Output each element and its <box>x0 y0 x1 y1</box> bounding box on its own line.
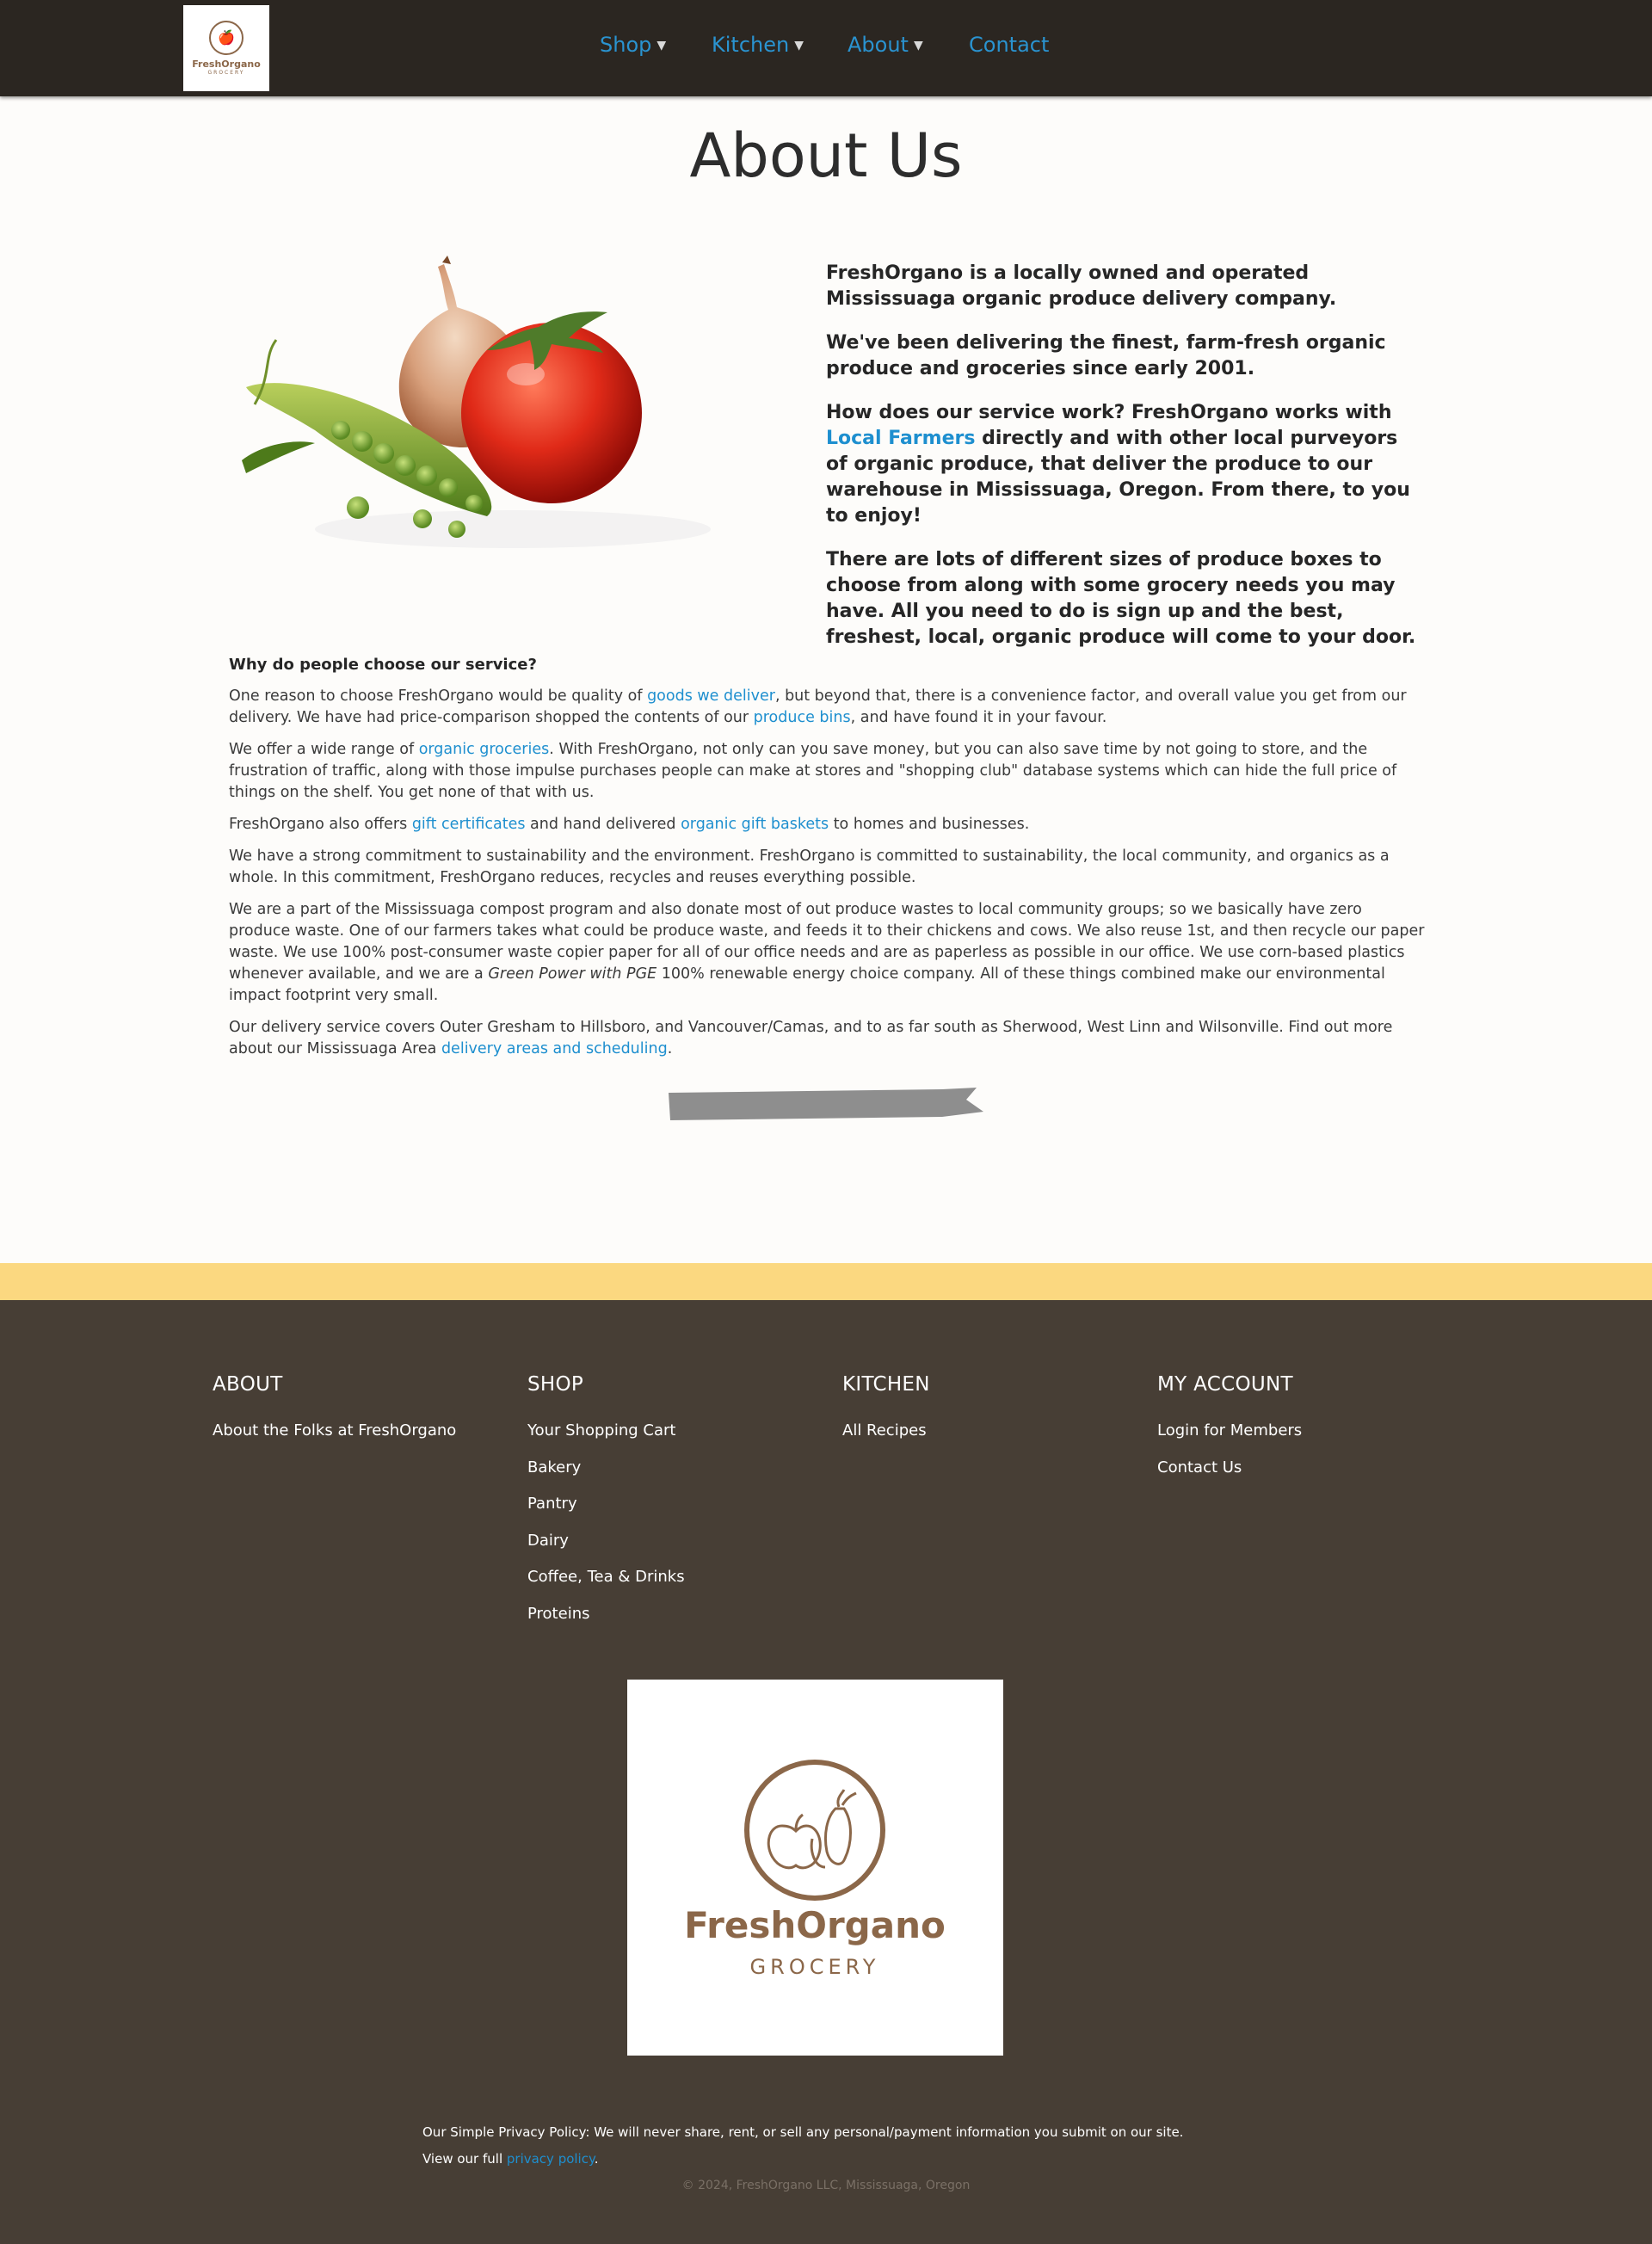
local-farmers-link[interactable]: Local Farmers <box>826 428 975 449</box>
text-fragment: FreshOrgano also offers <box>229 816 412 833</box>
content-paragraph: We are a part of the Mississuaga compost… <box>229 899 1425 1007</box>
footer-column-title: KITCHEN <box>842 1373 930 1396</box>
footer-column-title: MY ACCOUNT <box>1157 1373 1293 1396</box>
nav-label-about: About <box>848 33 909 57</box>
content-paragraph: Our delivery service covers Outer Gresha… <box>229 1017 1425 1060</box>
content-paragraph: We have a strong commitment to sustainab… <box>229 848 1390 886</box>
footer-link[interactable]: Proteins <box>527 1604 685 1624</box>
footer-accent-band <box>0 1263 1652 1300</box>
text-fragment: We offer a wide range of <box>229 741 419 758</box>
intro-paragraph: We've been delivering the finest, farm-f… <box>826 332 1386 379</box>
green-power-emphasis: Green Power with PGE <box>488 965 657 983</box>
goods-we-deliver-link[interactable]: goods we deliver <box>647 687 775 705</box>
nav-item-about[interactable]: About ▼ <box>848 33 923 57</box>
intro-paragraph: There are lots of different sizes of pro… <box>826 549 1416 648</box>
footer-link[interactable]: Coffee, Tea & Drinks <box>527 1567 685 1587</box>
copyright-text: © 2024, FreshOrgano LLC, Mississuaga, Or… <box>681 2179 971 2192</box>
content-paragraph: FreshOrgano also offers gift certificate… <box>229 814 1425 835</box>
caret-down-icon: ▼ <box>656 39 667 52</box>
footer-logo[interactable]: FreshOrgano GROCERY <box>627 1680 1003 2056</box>
intro-paragraph: FreshOrgano is a locally owned and opera… <box>826 262 1337 310</box>
text-fragment: to homes and businesses. <box>829 816 1030 833</box>
site-footer: ABOUT About the Folks at FreshOrgano SHO… <box>0 1300 1652 2244</box>
footer-column-shop: SHOP Your Shopping Cart Bakery Pantry Da… <box>527 1373 685 1640</box>
nav-label-kitchen: Kitchen <box>712 33 790 57</box>
footer-column-title: ABOUT <box>213 1373 283 1396</box>
nav-item-contact[interactable]: Contact <box>969 33 1049 57</box>
footer-column-title: SHOP <box>527 1373 584 1396</box>
privacy-policy-link[interactable]: privacy policy <box>507 2151 595 2167</box>
privacy-line: Our Simple Privacy Policy: We will never… <box>422 2124 1184 2140</box>
caret-down-icon: ▼ <box>794 39 804 52</box>
footer-column-my-account: MY ACCOUNT Login for Members Contact Us <box>1157 1373 1302 1494</box>
text-fragment: Our delivery service covers Outer Gresha… <box>229 1019 1393 1057</box>
footer-link[interactable]: Dairy <box>527 1531 685 1551</box>
organic-gift-baskets-link[interactable]: organic gift baskets <box>681 816 829 833</box>
nav-label-shop: Shop <box>600 33 652 57</box>
why-choose-section: Why do people choose our service? One re… <box>229 654 1425 1070</box>
content-paragraph: We offer a wide range of organic groceri… <box>229 739 1425 804</box>
footer-link[interactable]: Your Shopping Cart <box>527 1421 685 1441</box>
footer-logo-subtitle: GROCERY <box>750 1955 880 1979</box>
page-title: About Us <box>689 120 963 191</box>
privacy-line: View our full privacy policy. <box>422 2146 1183 2173</box>
delivery-areas-link[interactable]: delivery areas and scheduling <box>441 1040 668 1057</box>
nav-label-contact: Contact <box>969 33 1050 57</box>
footer-link[interactable]: Login for Members <box>1157 1421 1302 1441</box>
footer-link[interactable]: Contact Us <box>1157 1458 1302 1478</box>
footer-column-about: ABOUT About the Folks at FreshOrgano <box>213 1373 456 1458</box>
gift-certificates-link[interactable]: gift certificates <box>412 816 526 833</box>
text-fragment: . <box>667 1040 673 1057</box>
logo-subtitle: GROCERY <box>207 70 245 76</box>
text-fragment: and hand delivered <box>525 816 681 833</box>
text-fragment: , and have found it in your favour. <box>850 709 1107 726</box>
intro-text: FreshOrgano is a locally owned and opera… <box>826 261 1420 669</box>
content-paragraph: One reason to choose FreshOrgano would b… <box>229 686 1425 729</box>
footer-link[interactable]: All Recipes <box>842 1421 930 1441</box>
nav-item-shop[interactable]: Shop ▼ <box>600 33 666 57</box>
footer-link[interactable]: About the Folks at FreshOrgano <box>213 1421 456 1441</box>
text-fragment: One reason to choose FreshOrgano would b… <box>229 687 648 705</box>
section-heading: Why do people choose our service? <box>229 656 537 674</box>
footer-column-kitchen: KITCHEN All Recipes <box>842 1373 930 1458</box>
footer-link[interactable]: Bakery <box>527 1458 685 1478</box>
nav-item-kitchen[interactable]: Kitchen ▼ <box>712 33 804 57</box>
text-fragment: View our full <box>422 2151 507 2167</box>
divider-ribbon <box>667 1086 985 1124</box>
produce-bins-link[interactable]: produce bins <box>754 709 851 726</box>
intro-paragraph: How does our service work? FreshOrgano w… <box>826 400 1420 529</box>
vegetables-image <box>229 245 762 589</box>
caret-down-icon: ▼ <box>913 39 923 52</box>
organic-groceries-link[interactable]: organic groceries <box>419 741 550 758</box>
top-navbar: 🍎 FreshOrgano GROCERY Shop ▼ Kitchen ▼ Abo… <box>0 0 1652 96</box>
footer-logo-name: FreshOrgano <box>684 1904 946 1946</box>
intro-text-fragment: How does our service work? FreshOrgano w… <box>826 402 1392 423</box>
footer-link[interactable]: Pantry <box>527 1494 685 1514</box>
text-fragment: . <box>594 2151 599 2167</box>
main-menu: Shop ▼ Kitchen ▼ About ▼ Contact <box>0 33 1652 64</box>
privacy-notice: Our Simple Privacy Policy: We will never… <box>422 2119 1183 2173</box>
